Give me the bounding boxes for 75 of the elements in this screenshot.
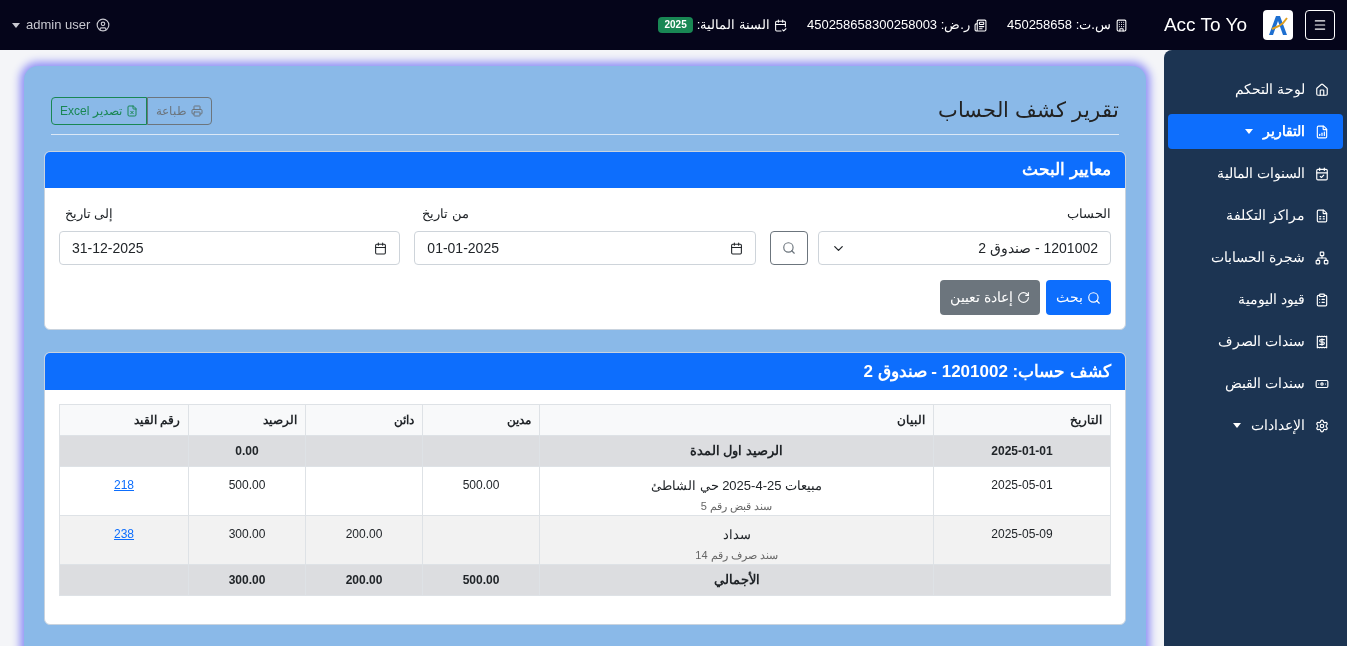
- table-cell: 500.00: [422, 466, 540, 516]
- calendar-icon: [773, 18, 787, 32]
- table-cell: 2025-05-09: [933, 515, 1111, 565]
- field-label: من تاريخ: [421, 204, 470, 223]
- column-header: رقم القيد: [59, 404, 189, 436]
- document-icon: [1315, 208, 1329, 223]
- calendar-icon: [1315, 166, 1329, 181]
- sidebar-item[interactable]: سندات القبض: [1168, 366, 1343, 401]
- reset-button[interactable]: إعادة تعيين: [940, 280, 1040, 315]
- report-icon: [1315, 124, 1329, 139]
- sidebar-item[interactable]: السنوات المالية: [1168, 156, 1343, 191]
- fiscal-year-badge: 2025: [658, 17, 693, 33]
- date-field[interactable]: 31-12-2025: [59, 231, 401, 265]
- printer-icon: [190, 105, 203, 117]
- column-header: التاريخ: [933, 404, 1111, 436]
- spreadsheet-icon: [125, 105, 138, 117]
- caret-icon: [1245, 129, 1253, 134]
- search-button[interactable]: [769, 231, 808, 265]
- search-icon: [1087, 290, 1101, 305]
- description-text: مبيعات 25-4-2025 حي الشاطئ: [649, 477, 824, 495]
- caret-icon: [12, 22, 20, 28]
- search-icon: [781, 241, 796, 255]
- sidebar-item[interactable]: قيود اليومية: [1168, 282, 1343, 317]
- card-header: معايير البحث: [45, 151, 1125, 188]
- logo-icon: [1263, 10, 1293, 40]
- table-cell: 300.00: [188, 564, 306, 596]
- field-label: إلى تاريخ: [63, 204, 115, 223]
- table-cell: 0.00: [188, 435, 306, 467]
- voucher-note: سند صرف رقم 14: [694, 547, 779, 563]
- table-cell: 200.00: [305, 515, 423, 565]
- table-cell: 2025-05-01: [933, 466, 1111, 516]
- entry-link[interactable]: 218: [114, 478, 134, 492]
- menu-icon: [1313, 18, 1327, 32]
- sidebar-item[interactable]: سندات الصرف: [1168, 324, 1343, 359]
- menu-button[interactable]: [1305, 10, 1335, 40]
- calendar-icon: [729, 241, 743, 255]
- settings-icon: [1315, 418, 1329, 433]
- fiscal-year-label: السنة المالية:: [696, 16, 770, 35]
- user-menu[interactable]: admin user: [12, 15, 111, 35]
- sidebar-item[interactable]: مراكز التكلفة: [1168, 198, 1343, 233]
- voucher-note: سند قبض رقم 5: [699, 498, 774, 514]
- card-header: كشف حساب: 1201002 - صندوق 2: [45, 353, 1125, 390]
- search-submit-button[interactable]: بحث: [1046, 280, 1111, 315]
- entry-link[interactable]: 238: [114, 527, 134, 541]
- column-header: الرصيد: [188, 404, 306, 436]
- reset-icon: [1017, 291, 1030, 304]
- field-label: الحساب: [1066, 204, 1111, 223]
- user-icon: [96, 18, 111, 32]
- table-cell: 2025-01-01: [933, 435, 1111, 467]
- sidebar-item[interactable]: الإعدادات: [1168, 408, 1343, 443]
- list-icon: [1315, 292, 1329, 307]
- page-title: تقرير كشف الحساب: [938, 97, 1119, 125]
- sidebar-item[interactable]: شجرة الحسابات: [1168, 240, 1343, 275]
- description-text: الأجمالي: [712, 570, 761, 590]
- description-text: سداد: [721, 526, 752, 544]
- receipt-icon: [1315, 334, 1329, 349]
- calendar-icon: [374, 241, 388, 255]
- sidebar-item[interactable]: لوحة التحكم: [1168, 72, 1343, 107]
- home-icon: [1315, 82, 1329, 97]
- table-cell: 200.00: [305, 564, 423, 596]
- date-field[interactable]: 01-01-2025: [414, 231, 756, 265]
- brand-name: Acc To Yo: [1163, 12, 1247, 37]
- hierarchy-icon: [1315, 250, 1329, 265]
- table-cell: 500.00: [422, 564, 540, 596]
- caret-icon: [1233, 423, 1241, 428]
- account-select[interactable]: 1201002 - صندوق 2: [817, 231, 1111, 265]
- column-header: البيان: [539, 404, 934, 436]
- document-icon: [973, 18, 987, 32]
- description-text: الرصيد اول المدة: [688, 442, 785, 461]
- building-icon: [1114, 18, 1128, 32]
- column-header: دائن: [305, 404, 423, 436]
- table-cell: 500.00: [188, 466, 306, 516]
- table-cell: 300.00: [188, 515, 306, 565]
- sidebar-item[interactable]: التقارير: [1168, 114, 1343, 149]
- column-header: مدين: [422, 404, 540, 436]
